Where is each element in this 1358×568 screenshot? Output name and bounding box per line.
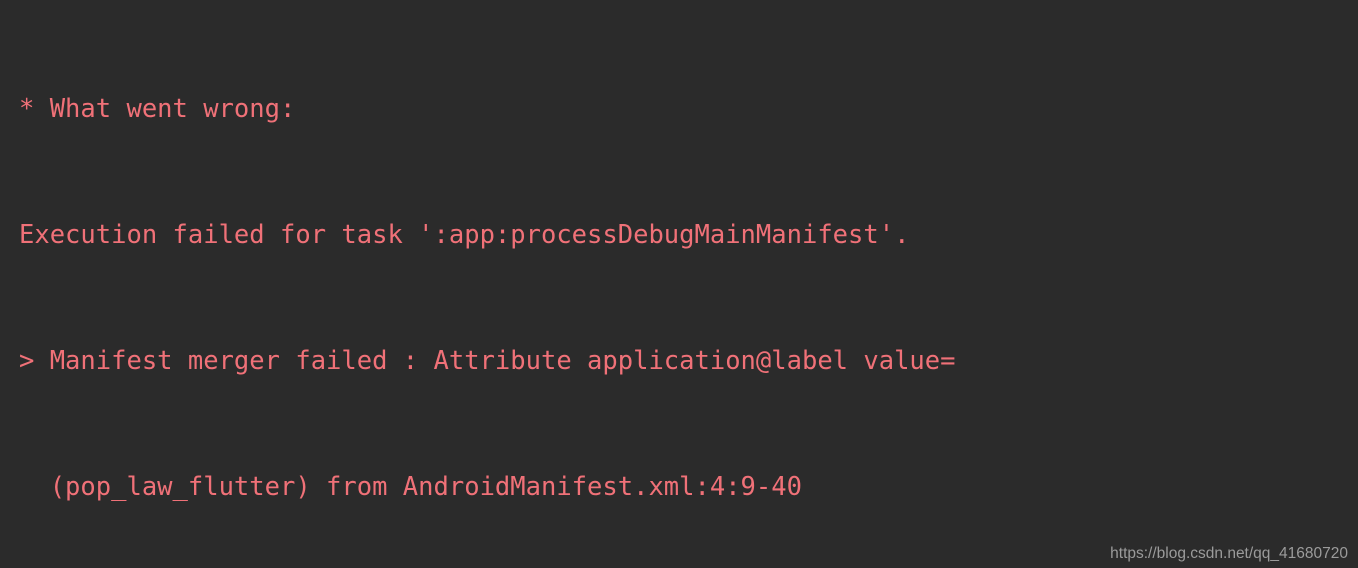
log-line-execution-failed: Execution failed for task ':app:processD… [19, 220, 910, 250]
watermark-url: https://blog.csdn.net/qq_41680720 [1110, 545, 1348, 562]
gradle-console-output: * What went wrong: Execution failed for … [0, 0, 1358, 568]
log-line-source-manifest: (pop_law_flutter) from AndroidManifest.x… [19, 472, 802, 502]
log-line-what-went-wrong-header: * What went wrong: [19, 94, 296, 124]
console-log-body[interactable]: * What went wrong: Execution failed for … [0, 0, 1358, 568]
log-line-manifest-merger-failed: > Manifest merger failed : Attribute app… [19, 346, 956, 376]
